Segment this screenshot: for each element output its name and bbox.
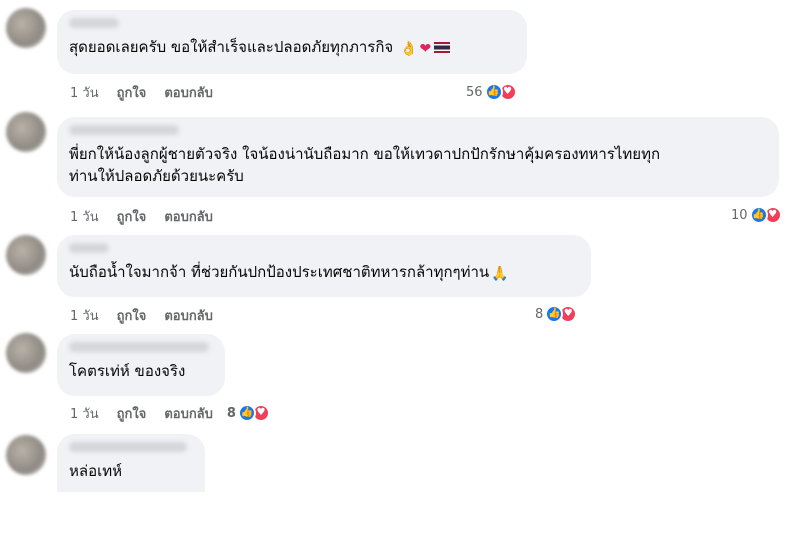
comment-text: โคตรเท่ห์ ของจริง [69,360,213,382]
folded-hands-icon: 🙏 [491,266,509,282]
author-name[interactable] [69,442,187,452]
comment-text-content: นับถือน้ำใจมากจ้า ที่ช่วยกันปกป้องประเทศ… [69,263,490,281]
reaction-summary[interactable]: 8 👍 ♥ [227,403,270,423]
comment-text-content: สุดยอดเลยครับ ขอให้สำเร็จและปลอดภัยทุกภา… [69,38,394,56]
author-name[interactable] [69,342,209,352]
timestamp[interactable]: 1 วัน [70,403,99,424]
like-icon: 👍 [237,404,256,422]
comment-bubble: นับถือน้ำใจมากจ้า ที่ช่วยกันปกป้องประเทศ… [57,235,591,297]
like-button[interactable]: ถูกใจ [117,206,147,227]
comment-actions: 1 วัน ถูกใจ ตอบกลับ [70,207,213,225]
timestamp[interactable]: 1 วัน [70,82,99,103]
thai-flag-icon [434,42,451,53]
reply-button[interactable]: ตอบกลับ [164,206,213,227]
like-button[interactable]: ถูกใจ [117,305,147,326]
reply-button[interactable]: ตอบกลับ [164,305,213,326]
reaction-count: 8 [535,306,544,322]
heart-icon: ❤ [419,41,432,57]
comment-bubble: หล่อเทห์ [57,434,205,492]
comment-text: พี่ยกให้น้องลูกผู้ชายตัวจริง ใจน้องน่านั… [69,143,767,187]
author-name[interactable] [69,243,109,253]
timestamp[interactable]: 1 วัน [70,305,99,326]
comment-actions: 1 วัน ถูกใจ ตอบกลับ [70,83,213,101]
reaction-summary[interactable]: 56 👍 ♥ [466,82,517,102]
reaction-summary[interactable]: 8 👍 ♥ [535,304,578,324]
author-name[interactable] [69,18,119,28]
comment-text: นับถือน้ำใจมากจ้า ที่ช่วยกันปกป้องประเทศ… [69,261,579,283]
ok-hand-icon: 👌 [400,41,418,57]
reply-button[interactable]: ตอบกลับ [164,403,213,424]
comment-actions: 1 วัน ถูกใจ ตอบกลับ 8 👍 ♥ [70,404,270,422]
reaction-count: 56 [466,84,483,100]
avatar[interactable] [6,435,46,475]
like-button[interactable]: ถูกใจ [117,403,147,424]
comment-bubble: สุดยอดเลยครับ ขอให้สำเร็จและปลอดภัยทุกภา… [57,10,527,74]
avatar[interactable] [6,235,46,275]
comment-text: หล่อเทห์ [69,460,193,482]
reaction-count: 8 [226,405,236,421]
comment-text-line: ท่านให้ปลอดภัยด้วยนะครับ [69,167,244,185]
comment-bubble: พี่ยกให้น้องลูกผู้ชายตัวจริง ใจน้องน่านั… [57,117,779,197]
comment-text-line: พี่ยกให้น้องลูกผู้ชายตัวจริง ใจน้องน่านั… [69,145,661,163]
like-button[interactable]: ถูกใจ [117,82,147,103]
comment-bubble: โคตรเท่ห์ ของจริง [57,334,225,396]
timestamp[interactable]: 1 วัน [70,206,99,227]
avatar[interactable] [6,8,46,48]
reaction-summary[interactable]: 10 👍 ♥ [731,205,782,225]
reply-button[interactable]: ตอบกลับ [164,82,213,103]
comment-text-content: หล่อเทห์ [69,462,122,480]
comment-actions: 1 วัน ถูกใจ ตอบกลับ [70,306,213,324]
like-icon: 👍 [749,206,768,224]
comment-text: สุดยอดเลยครับ ขอให้สำเร็จและปลอดภัยทุกภา… [69,36,515,58]
avatar[interactable] [6,333,46,373]
reaction-count: 10 [731,207,748,223]
comment-text-content: โคตรเท่ห์ ของจริง [69,362,186,380]
author-name[interactable] [69,125,179,135]
avatar[interactable] [6,112,46,152]
like-icon: 👍 [484,83,503,101]
